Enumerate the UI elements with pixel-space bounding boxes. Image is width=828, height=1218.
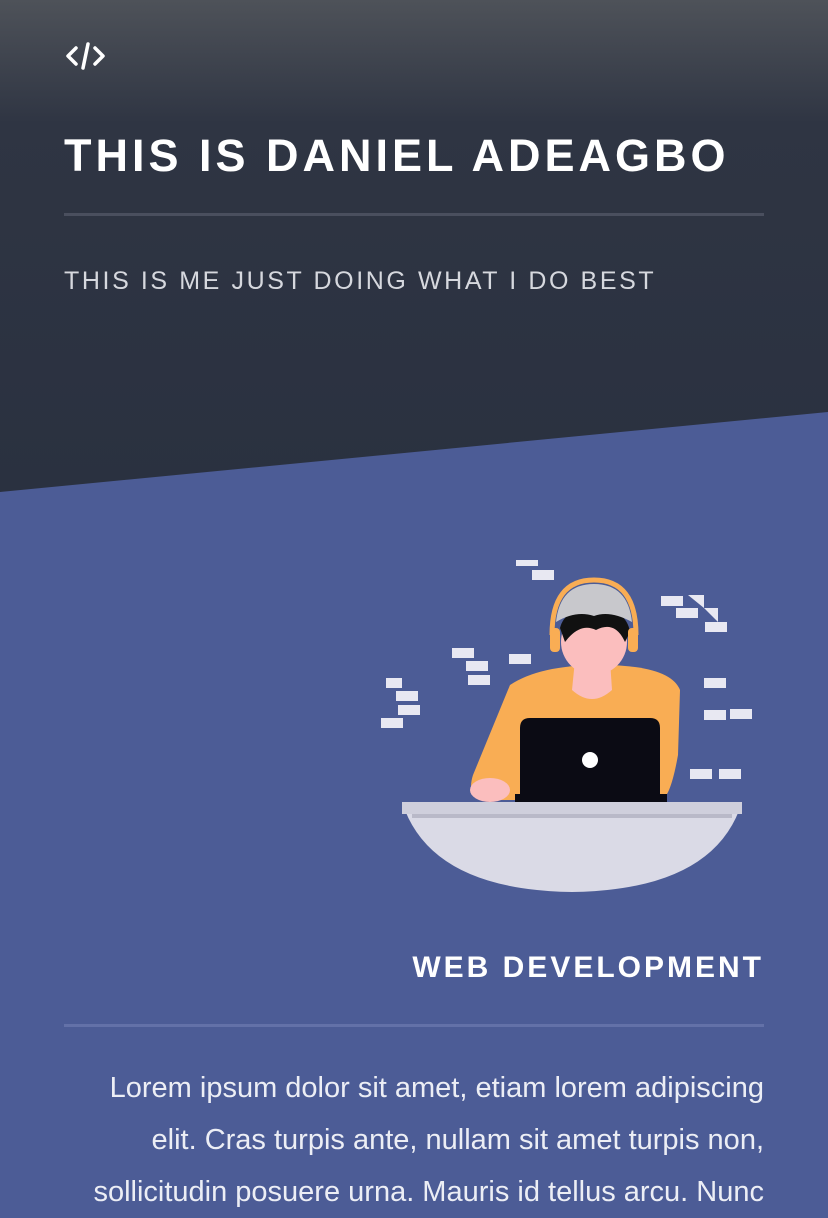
code-icon[interactable] — [64, 40, 108, 72]
header-background — [0, 0, 828, 492]
section-divider — [64, 1024, 764, 1027]
section-body-text: Lorem ipsum dolor sit amet, etiam lorem … — [93, 1072, 764, 1208]
developer-illustration — [370, 550, 770, 900]
header-divider — [64, 213, 764, 216]
page-subtitle: THIS IS ME JUST DOING WHAT I DO BEST — [64, 267, 657, 295]
section-title: WEB DEVELOPMENT — [412, 951, 764, 984]
page-title: THIS IS DANIEL ADEAGBO — [64, 130, 730, 181]
